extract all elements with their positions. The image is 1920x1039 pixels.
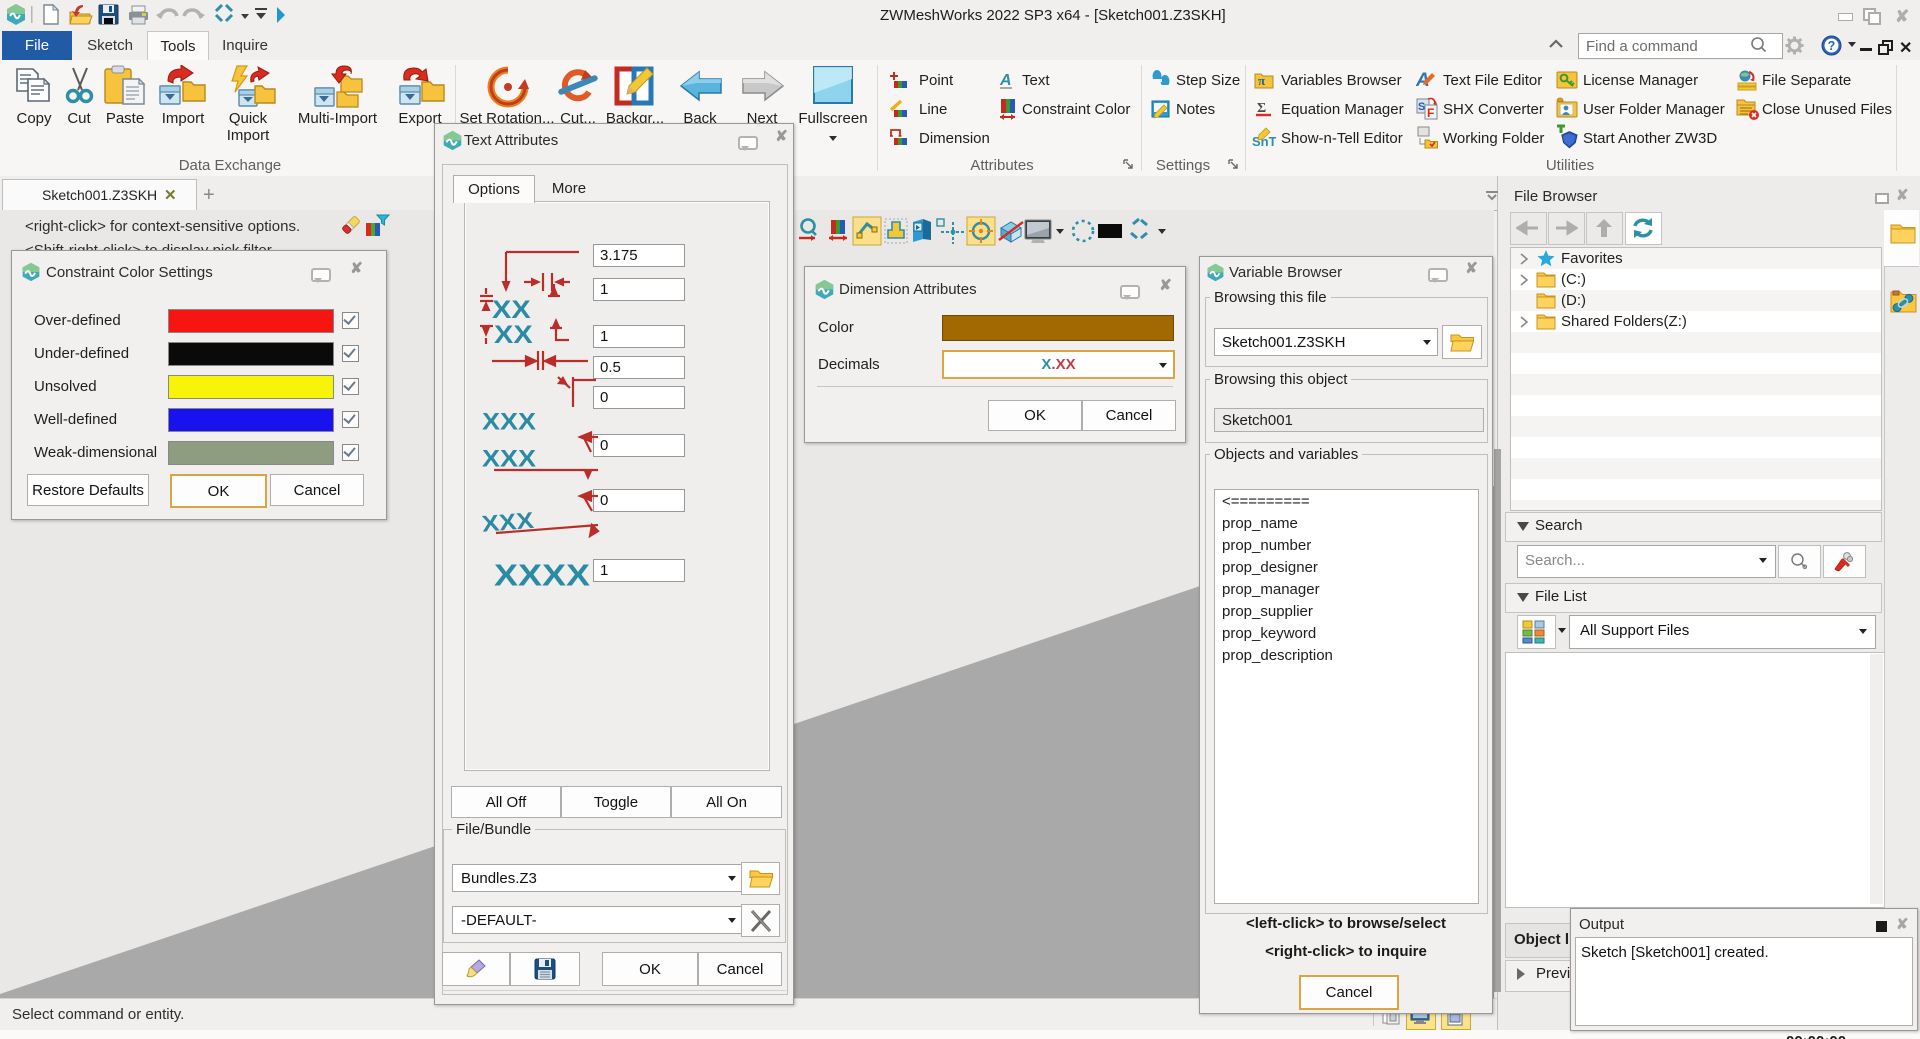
svg-text:XXX: XXX	[482, 446, 536, 472]
svg-text:S: S	[1418, 101, 1425, 113]
svg-text:A: A	[999, 72, 1012, 89]
svg-text:π: π	[1258, 73, 1265, 88]
svg-text:XXX: XXX	[481, 508, 536, 537]
svg-text:XX: XX	[494, 321, 533, 349]
svg-text:XXXX: XXXX	[494, 559, 591, 593]
svg-text:XX: XX	[492, 296, 531, 324]
svg-text:F: F	[1427, 106, 1434, 120]
svg-text:XXX: XXX	[482, 409, 536, 435]
svg-text:?: ?	[1828, 39, 1836, 53]
svg-text:Σ: Σ	[1257, 101, 1266, 116]
